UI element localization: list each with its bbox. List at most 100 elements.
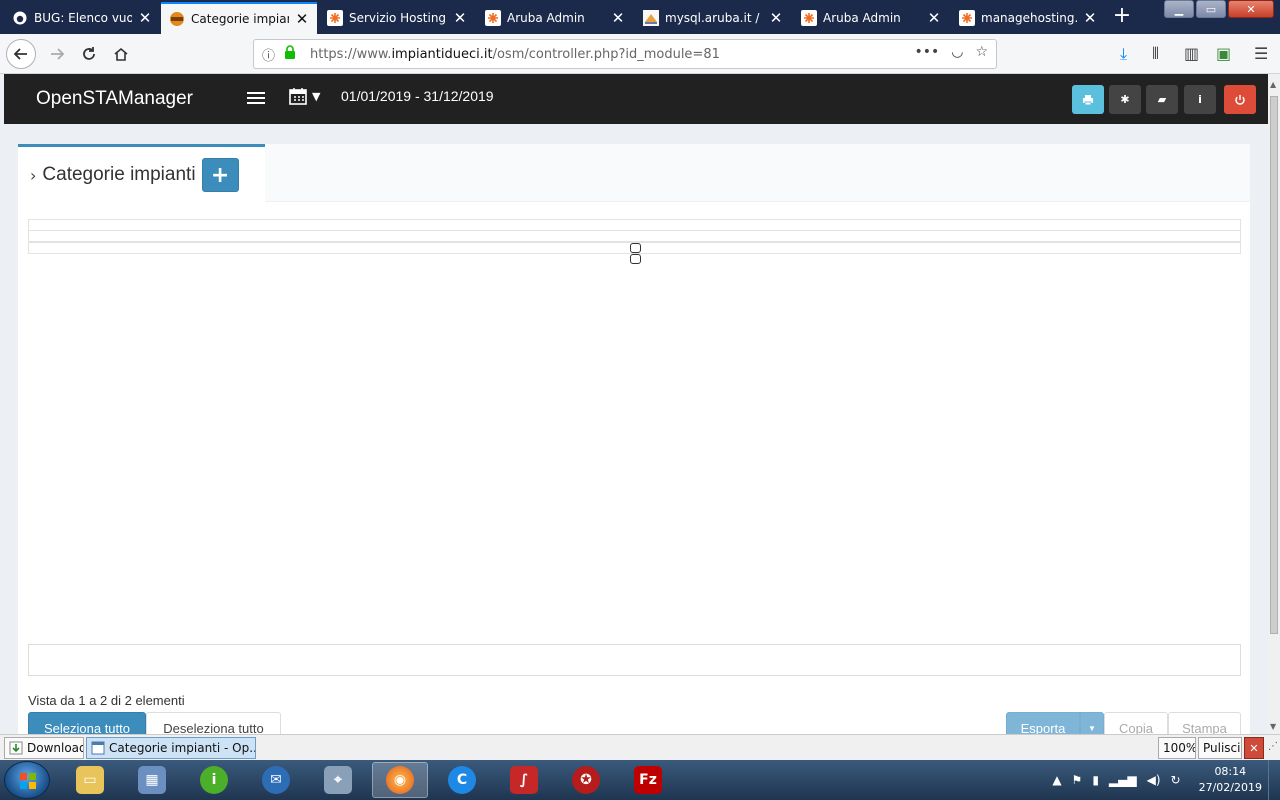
print-button[interactable]: [1072, 85, 1104, 114]
clock-date: 27/02/2019: [1198, 781, 1262, 794]
resize-grip-icon: ⋰: [1268, 741, 1278, 752]
scroll-down-icon[interactable]: ▼: [1270, 722, 1276, 731]
zoom-level[interactable]: 100%: [1158, 737, 1196, 759]
deselect-all-button[interactable]: Deseleziona tutto: [146, 712, 281, 734]
browser-tab[interactable]: managehosting.ar ✕: [951, 2, 1105, 34]
extension-icon[interactable]: ▣: [1216, 44, 1231, 63]
vertical-scrollbar[interactable]: ▲ ▼: [1268, 74, 1280, 734]
pdf-taskbar-button[interactable]: ∫: [496, 762, 552, 798]
shield-icon: ✪: [572, 766, 600, 794]
back-button[interactable]: [6, 39, 36, 69]
new-tab-button[interactable]: +: [1110, 4, 1134, 30]
close-tab-icon[interactable]: ✕: [927, 9, 941, 27]
page-title: Categorie impianti: [42, 164, 196, 185]
sidebar-toggle-button[interactable]: [247, 88, 265, 108]
browser-tab-title: Servizio Hosting -: [349, 11, 447, 25]
download-label: Download: [27, 741, 84, 755]
app-logo[interactable]: OpenSTAManager: [36, 88, 193, 110]
browser-tab-title: mysql.aruba.it / 89: [665, 11, 763, 25]
url-domain: impiantidueci.it: [391, 46, 493, 62]
export-button[interactable]: Esporta: [1006, 712, 1080, 734]
logout-button[interactable]: [1224, 85, 1256, 114]
info-icon[interactable]: ⓘ: [262, 45, 280, 64]
security-taskbar-button[interactable]: ✪: [558, 762, 614, 798]
url-text[interactable]: https://www.impiantidueci.it/osm/control…: [310, 47, 720, 62]
browser-tab[interactable]: Aruba Admin ✕: [477, 2, 633, 34]
browser-tab[interactable]: Servizio Hosting - ✕: [319, 2, 475, 34]
print-table-button[interactable]: Stampa: [1168, 712, 1241, 734]
mail-icon: ✉: [262, 766, 290, 794]
browser-tab-active[interactable]: Categorie impianti ✕: [161, 2, 317, 34]
battery-icon[interactable]: ▮: [1092, 773, 1099, 787]
scroll-up-icon[interactable]: ▲: [1270, 80, 1276, 89]
loading-indicator: [630, 243, 641, 265]
reload-button[interactable]: [74, 39, 104, 69]
date-range[interactable]: 01/01/2019 - 31/12/2019: [341, 88, 494, 104]
menu-icon[interactable]: ☰: [1254, 44, 1268, 63]
calculator-icon: ▦: [138, 766, 166, 794]
app-taskbar-button[interactable]: ⌖: [310, 762, 366, 798]
status-bar: Download Categorie impianti - Op... 100%…: [0, 734, 1280, 760]
tab-categorie-impianti[interactable]: › Categorie impianti +: [18, 144, 265, 203]
tray-expand-icon[interactable]: ▲: [1052, 773, 1061, 787]
pocket-icon[interactable]: ◡: [951, 44, 963, 60]
scroll-thumb[interactable]: [1270, 96, 1278, 634]
close-tab-icon[interactable]: ✕: [1083, 9, 1097, 27]
explorer-taskbar-button[interactable]: ▭: [62, 762, 118, 798]
close-tab-icon[interactable]: ✕: [295, 10, 309, 28]
window-label: Categorie impianti - Op...: [109, 741, 256, 755]
add-category-button[interactable]: +: [201, 158, 239, 192]
bookmark-star-icon[interactable]: ☆: [975, 44, 988, 60]
export-caret-button[interactable]: ▼: [1080, 712, 1104, 734]
select-all-button[interactable]: Seleziona tutto: [28, 712, 146, 734]
download-icon[interactable]: ⤓: [1120, 44, 1127, 64]
home-button[interactable]: [106, 39, 136, 69]
filezilla-icon: Fz: [634, 766, 662, 794]
browser-tab[interactable]: Aruba Admin ✕: [793, 2, 949, 34]
more-actions-icon[interactable]: •••: [914, 44, 939, 60]
close-tab-icon[interactable]: ✕: [769, 9, 783, 27]
ccleaner-taskbar-button[interactable]: C: [434, 762, 490, 798]
info-button[interactable]: i: [1184, 85, 1216, 114]
library-icon[interactable]: ⦀: [1152, 44, 1159, 64]
forward-button[interactable]: [42, 39, 72, 69]
sidebar-icon[interactable]: ▥: [1184, 44, 1199, 63]
maximize-button[interactable]: ▭: [1196, 0, 1226, 18]
lock-icon[interactable]: [284, 45, 302, 63]
network-icon[interactable]: ▂▄▆: [1109, 773, 1137, 787]
close-tab-icon[interactable]: ✕: [611, 9, 625, 27]
window-list-item[interactable]: Categorie impianti - Op...: [86, 737, 256, 759]
minimize-button[interactable]: ▁: [1164, 0, 1194, 18]
close-window-button[interactable]: ✕: [1228, 0, 1274, 18]
browser-tab[interactable]: BUG: Elenco vuoto ✕: [4, 2, 160, 34]
caret-down-icon: ▼: [1088, 723, 1096, 733]
volume-icon[interactable]: ◀): [1147, 773, 1161, 787]
browser-tab[interactable]: mysql.aruba.it / 89 ✕: [635, 2, 791, 34]
clock[interactable]: 08:14 27/02/2019: [1199, 764, 1262, 796]
close-tab-icon[interactable]: ✕: [453, 9, 467, 27]
close-icon: ✕: [1249, 741, 1259, 755]
thunderbird-taskbar-button[interactable]: ✉: [248, 762, 304, 798]
copy-button[interactable]: Copia: [1104, 712, 1168, 734]
main-content: › Categorie impianti + Vista da 1 a 2 di…: [4, 124, 1268, 734]
show-desktop-button[interactable]: [1268, 760, 1280, 800]
flag-icon[interactable]: ⚑: [1072, 773, 1083, 787]
ccleaner-icon: C: [448, 766, 476, 794]
filezilla-taskbar-button[interactable]: Fz: [620, 762, 676, 798]
sync-icon[interactable]: ↻: [1171, 773, 1181, 787]
calendar-dropdown-button[interactable]: ▼: [288, 86, 320, 106]
firefox-icon: ◉: [386, 766, 414, 794]
close-bar-button[interactable]: ✕: [1244, 737, 1264, 759]
download-status-icon: [9, 741, 23, 755]
clear-button[interactable]: Pulisci: [1198, 737, 1242, 759]
browser-tab-title: Categorie impianti: [191, 12, 289, 26]
logs-button[interactable]: ▰: [1146, 85, 1178, 114]
close-tab-icon[interactable]: ✕: [138, 9, 152, 27]
start-button[interactable]: [4, 761, 50, 799]
download-bar-item[interactable]: Download: [4, 737, 84, 759]
infofree-taskbar-button[interactable]: i: [186, 762, 242, 798]
url-bar[interactable]: ⓘ https://www.impiantidueci.it/osm/contr…: [253, 39, 997, 69]
firefox-taskbar-button[interactable]: ◉: [372, 762, 428, 798]
calculator-taskbar-button[interactable]: ▦: [124, 762, 180, 798]
bug-report-button[interactable]: ✱: [1109, 85, 1141, 114]
